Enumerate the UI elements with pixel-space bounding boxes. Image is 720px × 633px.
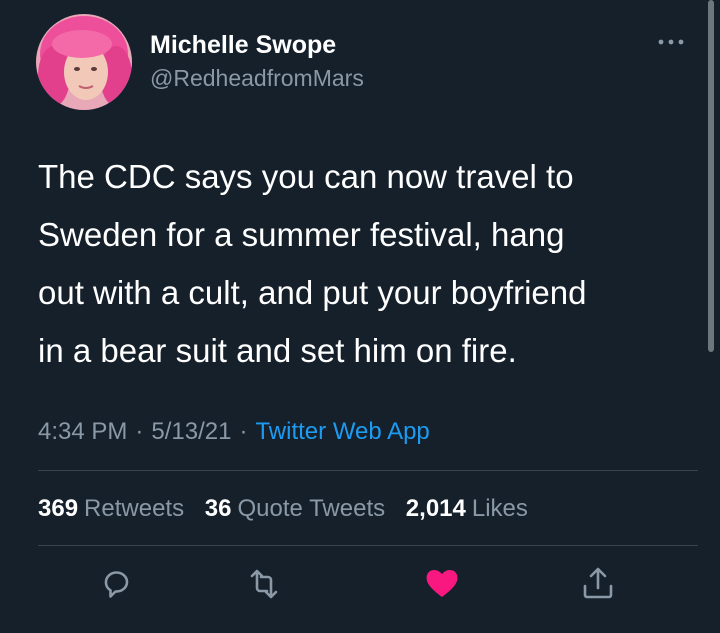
divider	[38, 470, 698, 471]
meta-separator: ·	[239, 418, 248, 445]
author-name[interactable]: Michelle Swope	[150, 30, 364, 60]
more-horizontal-icon[interactable]	[657, 30, 685, 53]
share-icon	[583, 567, 613, 599]
reply-button[interactable]	[98, 564, 138, 604]
reply-icon	[104, 571, 129, 598]
avatar[interactable]	[36, 14, 132, 110]
likes-count: 2,014	[405, 495, 466, 522]
author-handle[interactable]: @RedheadfromMars	[150, 62, 364, 94]
likes-label: Likes	[471, 495, 528, 522]
tweet-line: Sweden for a summer festival, hang	[38, 216, 565, 253]
retweets-count: 369	[38, 495, 79, 522]
tweet-actions	[0, 560, 720, 608]
tweet-source-link[interactable]: Twitter Web App	[255, 418, 429, 445]
tweet-line: out with a cult, and put your boyfriend	[38, 274, 587, 311]
divider	[38, 545, 698, 546]
tweet-text: The CDC says you can now travel to Swede…	[38, 148, 698, 380]
author-info: Michelle Swope @RedheadfromMars	[150, 30, 364, 94]
retweet-icon	[250, 569, 278, 599]
meta-separator: ·	[135, 418, 144, 445]
tweet-line: in a bear suit and set him on fire.	[38, 332, 517, 369]
quote-tweets-stat[interactable]: 36 Quote Tweets	[205, 495, 385, 522]
tweet-meta: 4:34 PM · 5/13/21 · Twitter Web App	[38, 416, 430, 448]
likes-stat[interactable]: 2,014 Likes	[406, 495, 528, 522]
quote-tweets-label: Quote Tweets	[237, 495, 386, 522]
tweet-date[interactable]: 5/13/21	[151, 418, 231, 445]
quote-tweets-count: 36	[204, 495, 232, 522]
tweet-line: The CDC says you can now travel to	[38, 158, 574, 195]
scrollbar[interactable]	[708, 0, 714, 352]
tweet-time[interactable]: 4:34 PM	[38, 418, 127, 445]
share-button[interactable]	[578, 564, 618, 604]
retweets-stat[interactable]: 369 Retweets	[38, 495, 184, 522]
like-button[interactable]	[422, 564, 462, 604]
avatar-image	[36, 14, 132, 110]
retweets-label: Retweets	[84, 495, 185, 522]
retweet-button[interactable]	[244, 564, 284, 604]
heart-icon	[426, 569, 458, 597]
tweet-stats: 369 Retweets 36 Quote Tweets 2,014 Likes	[38, 493, 542, 525]
